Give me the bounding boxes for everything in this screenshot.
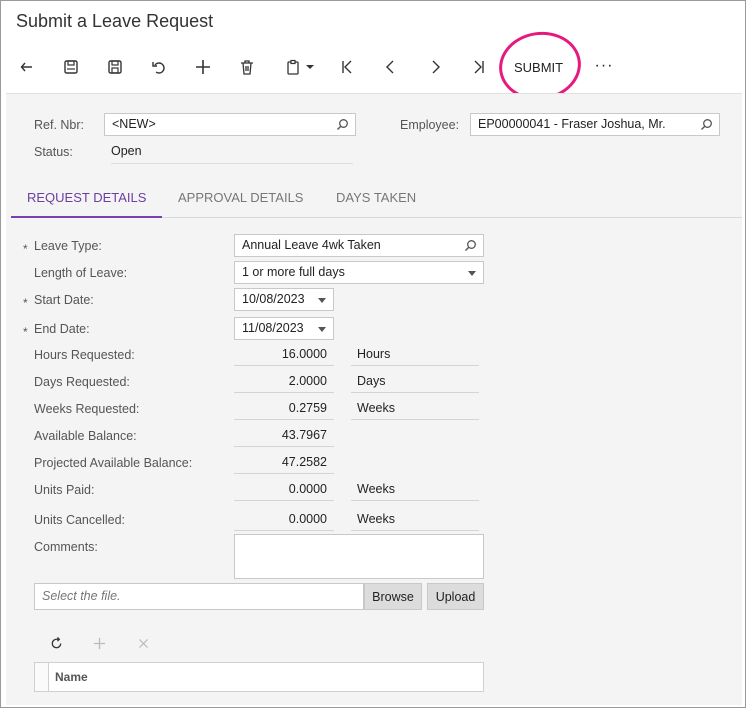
form-area: Ref. Nbr: <NEW> Status: Open Employee: E…: [6, 93, 742, 705]
refresh-icon[interactable]: [45, 632, 67, 654]
end-date-label: End Date:: [34, 322, 90, 336]
tab-bar: REQUEST DETAILS APPROVAL DETAILS DAYS TA…: [11, 188, 742, 218]
weeks-unit: Weeks: [351, 397, 479, 420]
leave-type-value: Annual Leave 4wk Taken: [242, 238, 381, 252]
units-cancelled-unit: Weeks: [351, 508, 479, 531]
first-icon[interactable]: [333, 53, 361, 81]
add-row-icon[interactable]: [88, 632, 110, 654]
undo-icon[interactable]: [145, 53, 173, 81]
clipboard-icon[interactable]: [277, 53, 321, 81]
tab-request-details[interactable]: REQUEST DETAILS: [11, 188, 162, 218]
days-requested-label: Days Requested:: [34, 375, 130, 389]
delete-row-icon[interactable]: [132, 632, 154, 654]
employee-value: EP00000041 - Fraser Joshua, Mr.: [478, 117, 666, 131]
required-mark: *: [23, 242, 28, 256]
available-balance-label: Available Balance:: [34, 429, 137, 443]
hours-requested-value: 16.0000: [234, 343, 334, 366]
prev-icon[interactable]: [377, 53, 405, 81]
days-unit: Days: [351, 370, 479, 393]
end-date-value: 11/08/2023: [242, 321, 304, 335]
chevron-down-icon: [468, 271, 476, 276]
projected-balance-value: 47.2582: [234, 451, 334, 474]
tab-approval-details[interactable]: APPROVAL DETAILS: [178, 188, 303, 218]
row-selector-column: [35, 663, 49, 691]
next-icon[interactable]: [421, 53, 449, 81]
employee-field[interactable]: EP00000041 - Fraser Joshua, Mr.: [470, 113, 720, 136]
units-cancelled-label: Units Cancelled:: [34, 513, 126, 527]
tab-days-taken[interactable]: DAYS TAKEN: [336, 188, 416, 218]
comments-label: Comments:: [34, 540, 98, 554]
column-header-name[interactable]: Name: [55, 670, 88, 684]
add-icon[interactable]: [189, 53, 217, 81]
save-icon[interactable]: [101, 53, 129, 81]
submit-button[interactable]: SUBMIT: [508, 55, 569, 79]
ref-nbr-field[interactable]: <NEW>: [104, 113, 356, 136]
browse-button[interactable]: Browse: [364, 583, 422, 610]
start-date-label: Start Date:: [34, 293, 94, 307]
chevron-down-icon: [318, 298, 326, 303]
leave-type-label: Leave Type:: [34, 239, 102, 253]
search-icon[interactable]: [464, 239, 477, 252]
length-of-leave-select[interactable]: 1 or more full days: [234, 261, 484, 284]
files-grid: Name: [34, 662, 484, 692]
start-date-field[interactable]: 10/08/2023: [234, 288, 334, 311]
back-icon[interactable]: [13, 53, 41, 81]
file-input[interactable]: Select the file.: [34, 583, 364, 610]
leave-type-field[interactable]: Annual Leave 4wk Taken: [234, 234, 484, 257]
window: Submit a Leave Request SUBMIT ··· Ref. N…: [0, 0, 746, 708]
page-title: Submit a Leave Request: [16, 11, 214, 31]
more-menu-button[interactable]: ···: [591, 53, 617, 79]
upload-button[interactable]: Upload: [427, 583, 484, 610]
units-paid-unit: Weeks: [351, 478, 479, 501]
units-cancelled-value: 0.0000: [234, 508, 334, 531]
chevron-down-icon: [318, 327, 326, 332]
employee-label: Employee:: [400, 118, 460, 132]
search-icon[interactable]: [700, 118, 713, 131]
weeks-requested-value: 0.2759: [234, 397, 334, 420]
hours-requested-label: Hours Requested:: [34, 348, 135, 362]
hours-unit: Hours: [351, 343, 479, 366]
days-requested-value: 2.0000: [234, 370, 334, 393]
delete-icon[interactable]: [233, 53, 261, 81]
search-icon[interactable]: [336, 118, 349, 131]
length-of-leave-value: 1 or more full days: [242, 265, 345, 279]
save-close-icon[interactable]: [57, 53, 85, 81]
units-paid-label: Units Paid:: [34, 483, 95, 497]
required-mark: *: [23, 325, 28, 339]
status-value: Open: [111, 144, 353, 164]
required-mark: *: [23, 296, 28, 310]
last-icon[interactable]: [465, 53, 493, 81]
projected-balance-label: Projected Available Balance:: [34, 456, 193, 470]
length-of-leave-label: Length of Leave:: [34, 266, 128, 280]
toolbar: SUBMIT ···: [1, 45, 745, 89]
status-label: Status:: [34, 145, 73, 159]
units-paid-value: 0.0000: [234, 478, 334, 501]
comments-textarea[interactable]: [234, 534, 484, 579]
ref-nbr-value: <NEW>: [112, 117, 156, 131]
chevron-down-icon: [306, 65, 314, 69]
ref-nbr-label: Ref. Nbr:: [34, 118, 85, 132]
end-date-field[interactable]: 11/08/2023: [234, 317, 334, 340]
weeks-requested-label: Weeks Requested:: [34, 402, 140, 416]
available-balance-value: 43.7967: [234, 424, 334, 447]
start-date-value: 10/08/2023: [242, 292, 305, 306]
